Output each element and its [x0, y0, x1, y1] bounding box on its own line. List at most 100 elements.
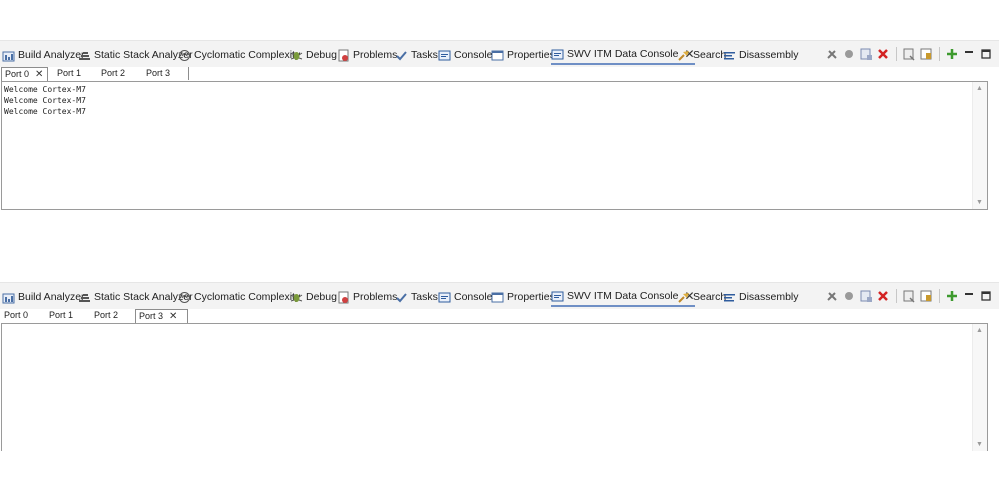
minimize-icon[interactable]: [962, 47, 976, 61]
tab-port-0[interactable]: Port 0: [1, 309, 48, 322]
tab-static-stack-analyzer[interactable]: Static Stack Analyzer: [78, 287, 193, 307]
clear-icon[interactable]: [902, 289, 916, 303]
stack-icon: [78, 49, 91, 62]
port-tab-bar: Port 0 ✕ Port 1 Port 2 Port 3: [0, 67, 989, 81]
port-tab-label: Port 2: [101, 68, 126, 78]
tab-cyclomatic-complexity[interactable]: Cyclomatic Complexity: [178, 45, 300, 65]
tab-static-stack-analyzer[interactable]: Static Stack Analyzer: [78, 45, 193, 65]
tab-build-analyzer[interactable]: Build Analyzer: [2, 45, 85, 65]
tasks-icon: [395, 49, 408, 62]
console-icon: [438, 291, 451, 304]
tab-label: Tasks: [411, 49, 438, 61]
tab-label: Tasks: [411, 291, 438, 303]
tab-label: Console: [454, 49, 493, 61]
close-icon[interactable]: ✕: [169, 311, 177, 322]
port-tab-label: Port 0: [5, 69, 30, 79]
terminate-icon[interactable]: [876, 289, 890, 303]
toolbar-separator: [896, 47, 897, 61]
add-port-icon[interactable]: [945, 47, 959, 61]
tab-label: Problems: [353, 291, 398, 303]
tab-label: Search: [693, 291, 727, 303]
bug-icon: [290, 291, 303, 304]
tab-console[interactable]: Console: [438, 45, 493, 65]
problems-icon: [337, 49, 350, 62]
tab-label: SWV ITM Data Console: [567, 48, 679, 60]
tab-port-0[interactable]: Port 0 ✕: [1, 67, 48, 81]
tab-port-3[interactable]: Port 3: [143, 67, 189, 80]
start-trace-icon[interactable]: [842, 289, 856, 303]
console-line: Welcome Cortex-M7: [4, 96, 86, 105]
stack-icon: [78, 291, 91, 304]
tab-port-2[interactable]: Port 2: [91, 309, 137, 322]
port-tab-label: Port 3: [146, 68, 171, 78]
scroll-up-icon[interactable]: ▲: [976, 327, 983, 334]
disassembly-icon: [723, 49, 736, 62]
vertical-scrollbar[interactable]: ▲ ▼: [972, 324, 987, 451]
close-icon[interactable]: ✕: [35, 69, 43, 80]
bug-icon: [290, 49, 303, 62]
tab-search[interactable]: Search: [677, 45, 726, 65]
scroll-up-icon[interactable]: ▲: [976, 85, 983, 92]
tab-console[interactable]: Console: [438, 287, 493, 307]
console-line: Welcome Cortex-M7: [4, 85, 86, 94]
tab-swv-itm-data-console[interactable]: SWV ITM Data Console ✕: [551, 287, 695, 307]
tab-label: Properties: [507, 291, 555, 303]
tab-label: Debug: [306, 291, 337, 303]
tab-debug[interactable]: Debug: [290, 287, 337, 307]
search-icon: [677, 49, 690, 62]
problems-icon: [337, 291, 350, 304]
port-tab-label: Port 3: [139, 311, 164, 321]
minimize-icon[interactable]: [962, 289, 976, 303]
clear-icon[interactable]: [902, 47, 916, 61]
console-output[interactable]: ▲ ▼: [1, 323, 988, 451]
tab-port-1[interactable]: Port 1: [46, 309, 92, 322]
view-toolbar: [825, 288, 996, 304]
tab-search[interactable]: Search: [677, 287, 726, 307]
toolbar-separator: [896, 289, 897, 303]
tab-label: Debug: [306, 49, 337, 61]
tasks-icon: [395, 291, 408, 304]
maximize-icon[interactable]: [979, 47, 993, 61]
tab-debug[interactable]: Debug: [290, 45, 337, 65]
complexity-icon: [178, 291, 191, 304]
tab-tasks[interactable]: Tasks: [395, 287, 438, 307]
start-trace-icon[interactable]: [842, 47, 856, 61]
properties-icon: [491, 291, 504, 304]
tab-label: Disassembly: [739, 49, 799, 61]
lock-scroll-icon[interactable]: [919, 289, 933, 303]
tab-cyclomatic-complexity[interactable]: Cyclomatic Complexity: [178, 287, 300, 307]
tab-properties[interactable]: Properties: [491, 287, 555, 307]
lock-scroll-icon[interactable]: [919, 47, 933, 61]
add-port-icon[interactable]: [945, 289, 959, 303]
tab-label: Cyclomatic Complexity: [194, 291, 301, 303]
configure-trace-icon[interactable]: [825, 289, 839, 303]
tab-problems[interactable]: Problems: [337, 287, 397, 307]
terminate-icon[interactable]: [876, 47, 890, 61]
tab-label: Console: [454, 291, 493, 303]
swv-console-icon: [551, 48, 564, 61]
tab-label: Cyclomatic Complexity: [194, 49, 301, 61]
tab-disassembly[interactable]: Disassembly: [723, 45, 799, 65]
tab-swv-itm-data-console[interactable]: SWV ITM Data Console ✕: [551, 45, 695, 65]
swv-panel-port-3: Build Analyzer Static Stack Analyzer Cyc…: [0, 282, 999, 452]
tab-build-analyzer[interactable]: Build Analyzer: [2, 287, 85, 307]
maximize-icon[interactable]: [979, 289, 993, 303]
tab-tasks[interactable]: Tasks: [395, 45, 438, 65]
scroll-down-icon[interactable]: ▼: [976, 441, 983, 448]
scroll-down-icon[interactable]: ▼: [976, 199, 983, 206]
console-output[interactable]: Welcome Cortex-M7 Welcome Cortex-M7 Welc…: [1, 81, 988, 210]
toolbar-separator: [939, 47, 940, 61]
vertical-scrollbar[interactable]: ▲ ▼: [972, 82, 987, 209]
view-tab-bar: Build Analyzer Static Stack Analyzer Cyc…: [0, 40, 999, 67]
tab-problems[interactable]: Problems: [337, 45, 397, 65]
configure-trace-icon[interactable]: [825, 47, 839, 61]
tab-properties[interactable]: Properties: [491, 45, 555, 65]
tab-port-1[interactable]: Port 1: [54, 67, 100, 80]
build-analyzer-icon: [2, 49, 15, 62]
remove-all-icon[interactable]: [859, 47, 873, 61]
tab-port-2[interactable]: Port 2: [98, 67, 144, 80]
remove-all-icon[interactable]: [859, 289, 873, 303]
tab-disassembly[interactable]: Disassembly: [723, 287, 799, 307]
tab-port-3[interactable]: Port 3 ✕: [135, 309, 188, 323]
build-analyzer-icon: [2, 291, 15, 304]
